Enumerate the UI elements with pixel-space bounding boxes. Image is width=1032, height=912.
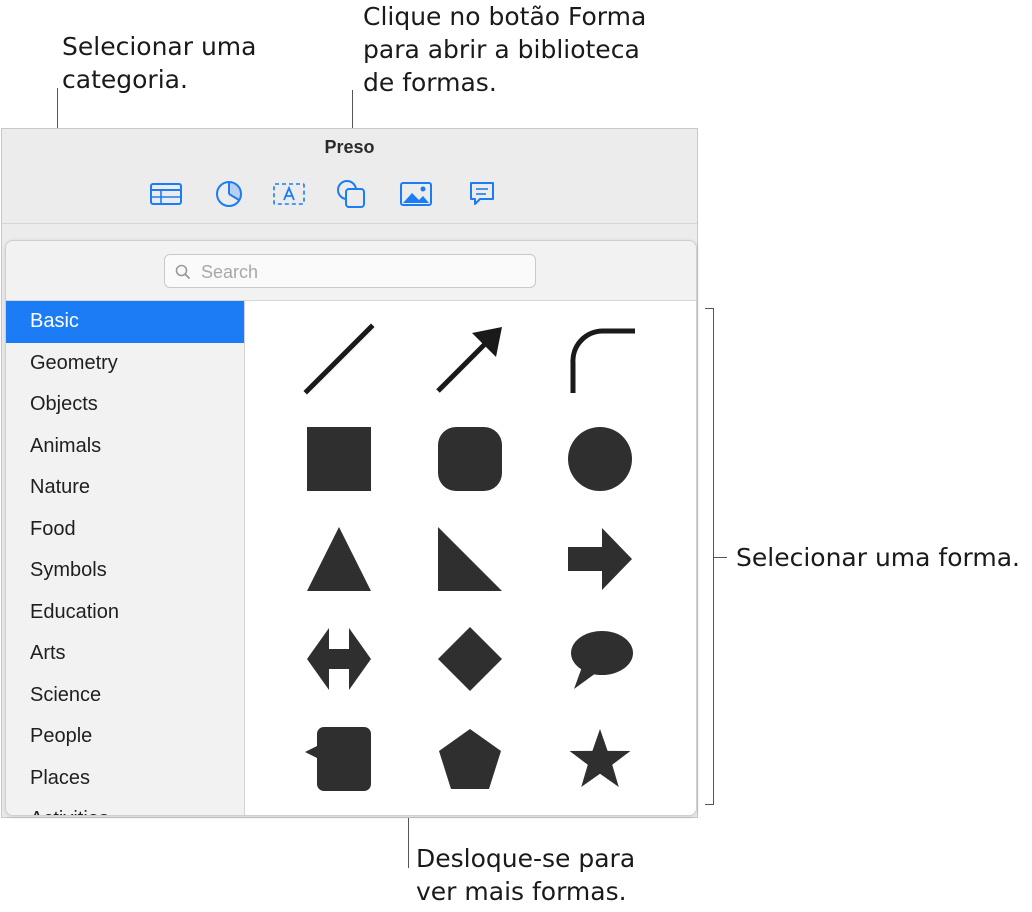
category-nature[interactable]: Nature — [6, 467, 244, 509]
shape-double-arrow[interactable] — [294, 614, 384, 704]
category-arts[interactable]: Arts — [6, 633, 244, 675]
double-arrow-shape-icon — [307, 628, 371, 690]
search-field[interactable] — [164, 254, 536, 288]
callout-shape-button: Clique no botão Forma para abrir a bibli… — [363, 0, 646, 99]
text-button[interactable] — [271, 177, 307, 211]
callout-scroll: Desloque-se para ver mais formas. — [416, 842, 635, 908]
shape-icon — [337, 180, 365, 208]
shape-arrow[interactable] — [555, 514, 645, 604]
shape-arrow-line[interactable] — [425, 314, 515, 404]
media-button[interactable] — [398, 177, 434, 211]
search-input[interactable] — [199, 257, 523, 287]
bracket-top — [705, 308, 714, 309]
rounded-square-shape-icon — [438, 427, 502, 491]
callout-line: Desloque-se para — [416, 844, 636, 873]
square-shape-icon — [307, 427, 371, 491]
star-shape-icon — [569, 729, 631, 787]
category-places[interactable]: Places — [6, 758, 244, 800]
circle-shape-icon — [568, 427, 632, 491]
category-objects[interactable]: Objects — [6, 384, 244, 426]
comment-icon — [470, 182, 494, 205]
shape-grid — [245, 301, 696, 815]
shape-square[interactable] — [294, 414, 384, 504]
table-button[interactable] — [148, 177, 184, 211]
pentagon-shape-icon — [439, 729, 501, 789]
speech-bubble-shape-icon — [571, 631, 633, 689]
shape-diamond[interactable] — [425, 614, 515, 704]
diamond-shape-icon — [438, 627, 502, 691]
comment-button[interactable] — [464, 177, 500, 211]
callout-square-shape-icon — [305, 727, 371, 791]
chart-button[interactable] — [211, 177, 247, 211]
toolbar-separator — [2, 223, 697, 224]
category-geometry[interactable]: Geometry — [6, 343, 244, 385]
category-food[interactable]: Food — [6, 509, 244, 551]
bracket-tick — [713, 557, 727, 558]
shape-line[interactable] — [294, 314, 384, 404]
category-education[interactable]: Education — [6, 592, 244, 634]
shape-triangle[interactable] — [294, 514, 384, 604]
category-animals[interactable]: Animals — [6, 426, 244, 468]
category-symbols[interactable]: Symbols — [6, 550, 244, 592]
category-sidebar: Basic Geometry Objects Animals Nature Fo… — [6, 301, 245, 815]
category-people[interactable]: People — [6, 716, 244, 758]
shape-right-triangle[interactable] — [425, 514, 515, 604]
shape-star[interactable] — [555, 714, 645, 804]
media-icon — [400, 182, 432, 206]
window-title: Preso — [324, 137, 375, 157]
callout-line: Selecionar uma forma. — [736, 543, 1020, 572]
curve-shape-icon — [570, 328, 635, 393]
callout-line: categoria. — [62, 65, 188, 94]
callout-line: ver mais formas. — [416, 877, 627, 906]
line-shape-icon — [303, 323, 375, 395]
callout-line: de formas. — [363, 68, 497, 97]
bracket-bottom — [705, 804, 714, 805]
arrow-line-shape-icon — [436, 327, 502, 393]
callout-line: para abrir a biblioteca — [363, 35, 640, 64]
shape-library-popover: Basic Geometry Objects Animals Nature Fo… — [5, 240, 697, 816]
shape-callout-square[interactable] — [294, 714, 384, 804]
search-icon — [175, 264, 191, 280]
table-icon — [150, 183, 182, 205]
category-basic[interactable]: Basic — [6, 301, 244, 343]
shape-curve[interactable] — [555, 314, 645, 404]
triangle-shape-icon — [307, 527, 371, 591]
chart-icon — [216, 181, 242, 207]
callout-select-shape: Selecionar uma forma. — [736, 541, 1020, 574]
arrow-shape-icon — [568, 528, 632, 590]
callout-select-category: Selecionar uma categoria. — [62, 30, 256, 96]
right-triangle-shape-icon — [438, 527, 502, 591]
text-icon — [273, 183, 305, 205]
shape-button[interactable] — [333, 177, 369, 211]
category-activities[interactable]: Activities — [6, 799, 244, 815]
shape-speech-bubble[interactable] — [555, 614, 645, 704]
category-science[interactable]: Science — [6, 675, 244, 717]
callout-line: Selecionar uma — [62, 32, 257, 61]
shape-pentagon[interactable] — [425, 714, 515, 804]
shape-rounded-square[interactable] — [425, 414, 515, 504]
callout-line: Clique no botão Forma — [363, 2, 647, 31]
shape-circle[interactable] — [555, 414, 645, 504]
